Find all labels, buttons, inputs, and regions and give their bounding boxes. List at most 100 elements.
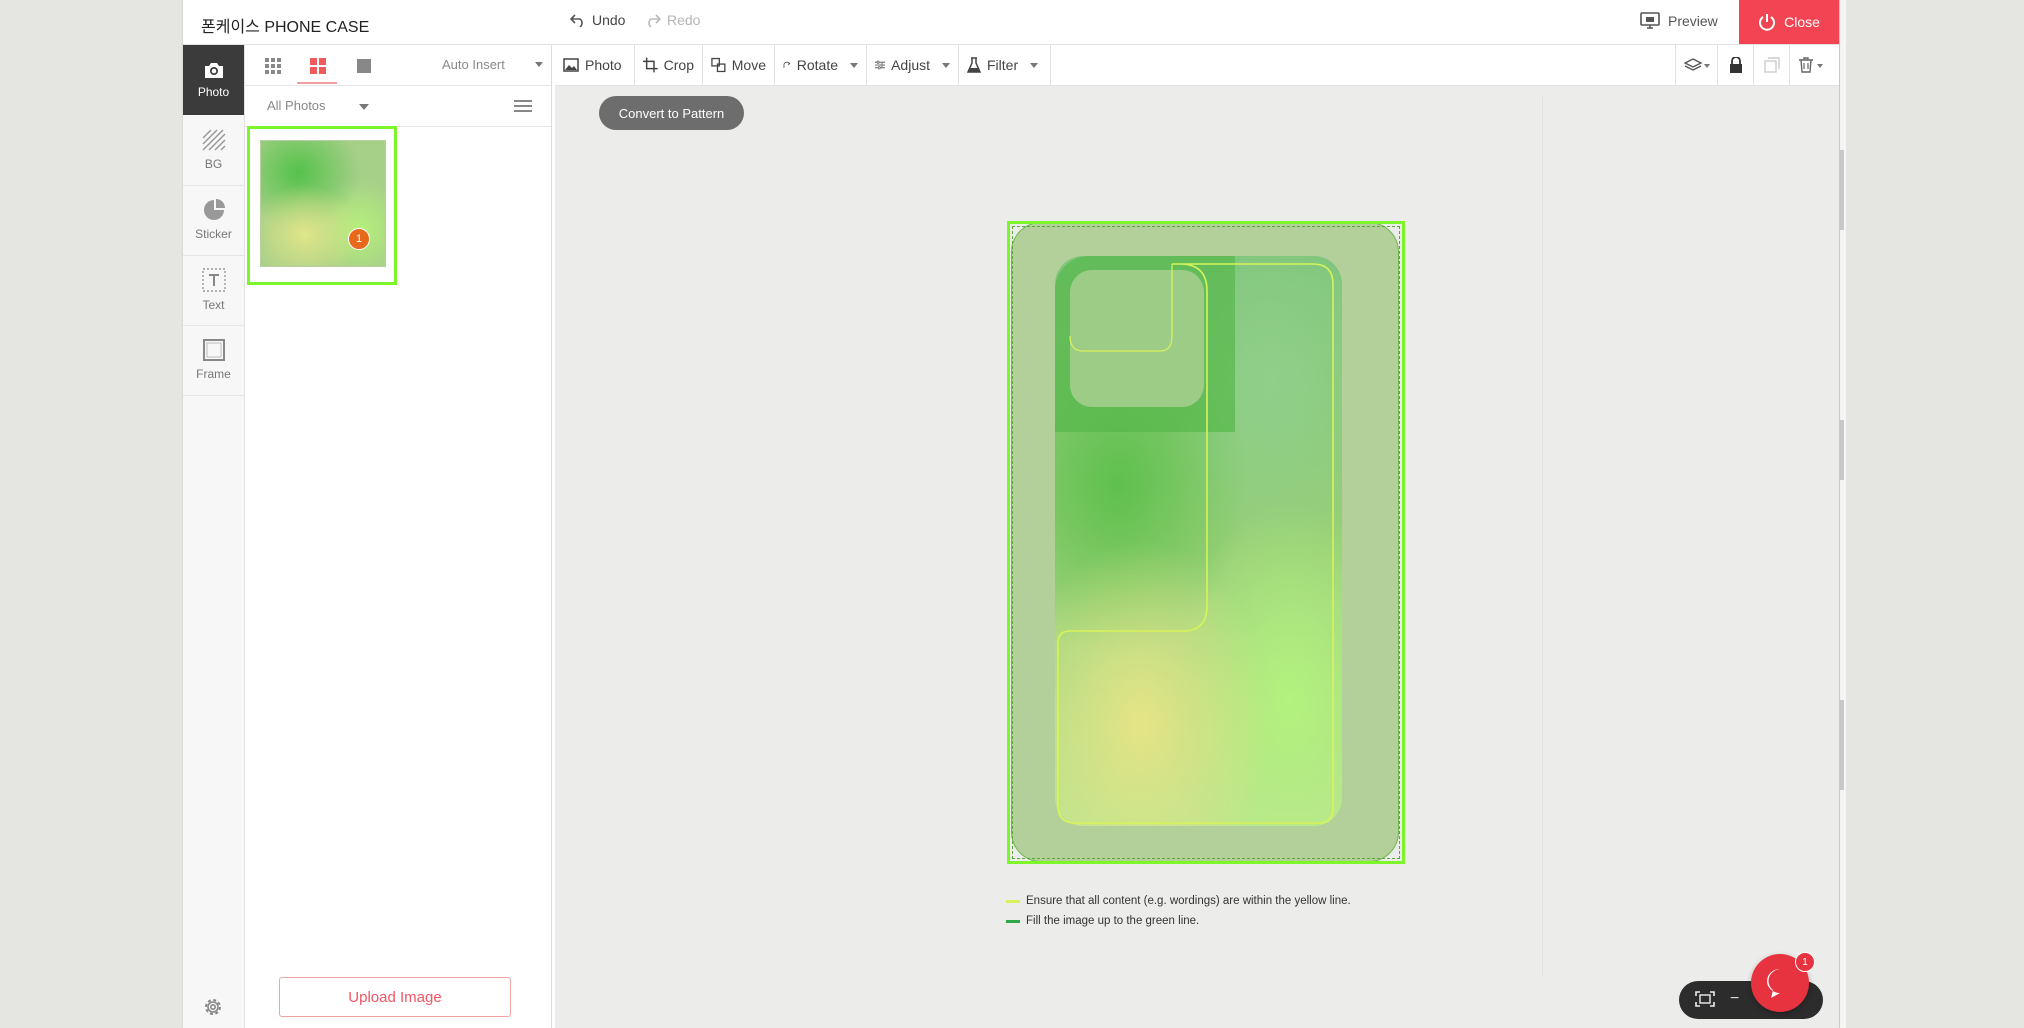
sidebar-item-bg[interactable]: BG xyxy=(183,115,244,186)
redo-icon xyxy=(648,14,661,27)
legend-swatch-green xyxy=(1006,919,1020,923)
chevron-down-icon xyxy=(942,62,950,68)
photo-panel: Auto Insert All Photos 1 Upload Image xyxy=(245,45,552,1028)
text-box-icon xyxy=(201,268,226,292)
lock-icon xyxy=(1729,56,1742,73)
duplicate-icon xyxy=(1763,57,1780,73)
chevron-down-icon xyxy=(359,104,369,110)
active-tab-indicator xyxy=(297,82,337,84)
preview-button[interactable]: Preview xyxy=(1640,12,1718,29)
tool-label: Adjust xyxy=(891,57,930,73)
tool-crop[interactable]: Crop xyxy=(635,45,703,85)
sidebar-item-text[interactable]: Text xyxy=(183,255,244,326)
photo-thumbnail[interactable]: 1 xyxy=(247,126,397,285)
frame-icon xyxy=(202,339,225,361)
undo-label: Undo xyxy=(592,12,626,28)
redo-button[interactable]: Redo xyxy=(645,12,700,28)
tool-label: Crop xyxy=(663,57,694,73)
duplicate-button[interactable] xyxy=(1753,45,1789,85)
background-right xyxy=(1839,0,2024,1028)
design-canvas: Convert to Pattern Ensure that all conte… xyxy=(555,86,1839,1028)
delete-button[interactable] xyxy=(1789,45,1831,85)
album-select[interactable]: All Photos xyxy=(267,98,326,113)
move-icon xyxy=(711,57,726,73)
crop-icon xyxy=(643,57,658,73)
close-label: Close xyxy=(1784,14,1820,30)
background-left xyxy=(0,0,183,1028)
selection-frame[interactable] xyxy=(1007,221,1405,864)
sidebar-item-label: Text xyxy=(202,298,225,312)
hamburger-icon[interactable] xyxy=(514,100,532,112)
single-view-icon xyxy=(357,59,371,73)
zoom-out-button[interactable]: − xyxy=(1730,990,1739,1008)
album-filter-row: All Photos xyxy=(245,86,551,127)
legend-swatch-yellow xyxy=(1006,899,1020,903)
thumbnail-image xyxy=(260,140,386,267)
sidebar-item-sticker[interactable]: Sticker xyxy=(183,185,244,256)
tool-label: Rotate xyxy=(796,57,838,73)
sidebar-item-frame[interactable]: Frame xyxy=(183,325,244,396)
legend-text: Ensure that all content (e.g. wordings) … xyxy=(1026,895,1351,907)
tab-grid-small[interactable] xyxy=(262,55,284,77)
tool-filter[interactable]: Filter xyxy=(959,45,1051,85)
tool-label: Filter xyxy=(987,57,1019,73)
usage-count-badge: 1 xyxy=(348,228,370,250)
undo-button[interactable]: Undo xyxy=(570,12,625,28)
sidebar-item-photo[interactable]: Photo xyxy=(183,45,244,115)
sidebar-item-label: Frame xyxy=(196,367,231,381)
chat-notification-badge: 1 xyxy=(1795,952,1815,972)
trash-icon xyxy=(1798,57,1823,73)
tool-label: Move xyxy=(731,57,766,73)
chevron-down-icon xyxy=(1030,62,1039,68)
rotate-icon xyxy=(783,61,791,68)
editor-window: 폰케이스 PHONE CASE Undo Redo Preview Close … xyxy=(183,0,1839,1028)
legend-item-green: Fill the image up to the green line. xyxy=(1006,911,1351,931)
edge-mark xyxy=(1840,700,1844,790)
sidebar-item-label: BG xyxy=(204,157,223,171)
edit-toolbar: Photo Crop Move Rotate Adjust Filter xyxy=(555,45,1839,86)
close-button[interactable]: Close xyxy=(1739,0,1839,44)
tab-single-view[interactable] xyxy=(353,55,375,77)
auto-insert-dropdown[interactable]: Auto Insert xyxy=(442,57,505,72)
chevron-down-icon xyxy=(850,62,858,68)
view-tabs: Auto Insert xyxy=(245,45,551,86)
fit-screen-button[interactable] xyxy=(1695,991,1715,1007)
tab-grid-large[interactable] xyxy=(307,55,329,77)
legend-text: Fill the image up to the green line. xyxy=(1026,915,1200,927)
chevron-down-icon xyxy=(535,62,543,67)
hatch-pattern-icon xyxy=(201,129,226,151)
fit-screen-icon xyxy=(1695,991,1715,1007)
edge-mark xyxy=(1840,420,1844,480)
tool-move[interactable]: Move xyxy=(703,45,775,85)
power-icon xyxy=(1759,14,1776,31)
layers-button[interactable] xyxy=(1675,45,1717,85)
legend-item-yellow: Ensure that all content (e.g. wordings) … xyxy=(1006,891,1351,911)
sliders-icon xyxy=(875,60,886,70)
lock-button[interactable] xyxy=(1717,45,1753,85)
undo-icon xyxy=(570,14,583,27)
title-bar: 폰케이스 PHONE CASE Undo Redo Preview Close xyxy=(183,0,1839,45)
camera-icon xyxy=(204,63,223,78)
pie-sticker-icon xyxy=(203,199,225,220)
app-title: 폰케이스 PHONE CASE xyxy=(201,19,370,36)
grid-small-icon xyxy=(265,58,281,74)
gear-icon xyxy=(205,999,221,1015)
redo-label: Redo xyxy=(667,12,701,28)
tool-adjust[interactable]: Adjust xyxy=(867,45,959,85)
tool-photo[interactable]: Photo xyxy=(555,45,635,85)
layers-icon xyxy=(1683,58,1710,71)
sidebar-item-label: Photo xyxy=(197,85,230,99)
upload-image-button[interactable]: Upload Image xyxy=(279,977,511,1017)
flask-icon xyxy=(967,57,981,73)
grid-large-icon xyxy=(310,58,326,74)
image-icon xyxy=(563,58,579,72)
guide-legend: Ensure that all content (e.g. wordings) … xyxy=(1006,891,1351,931)
sidebar-item-label: Sticker xyxy=(195,227,232,241)
tool-label: Photo xyxy=(585,57,622,73)
monitor-icon xyxy=(1640,12,1660,29)
tool-rotate[interactable]: Rotate xyxy=(775,45,867,85)
bleed-dashed-line xyxy=(1012,226,1400,859)
edge-mark xyxy=(1840,150,1844,230)
settings-button[interactable] xyxy=(201,995,225,1024)
tool-sidebar: Photo BG Sticker Text Frame xyxy=(183,45,245,1028)
